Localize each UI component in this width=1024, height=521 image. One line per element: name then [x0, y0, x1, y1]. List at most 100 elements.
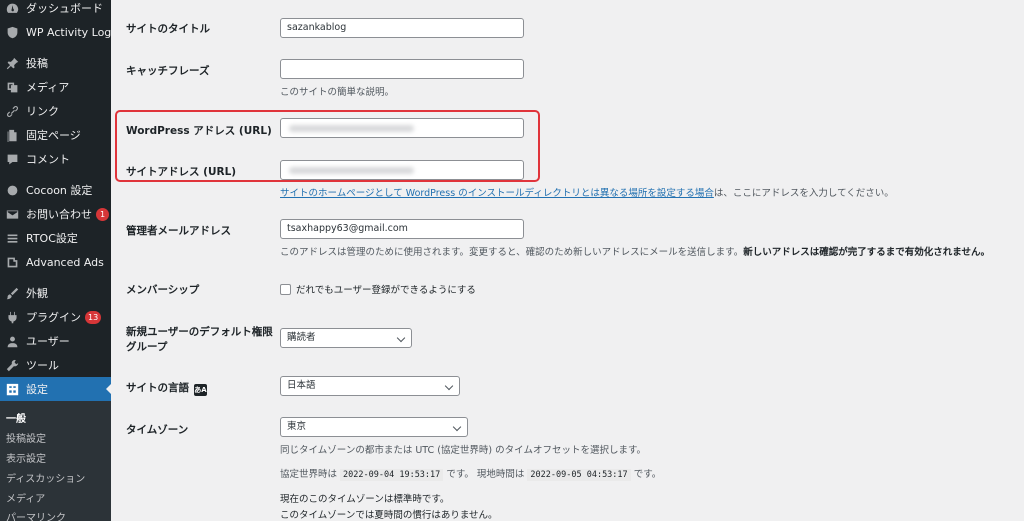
- menu-comments[interactable]: コメント: [0, 147, 111, 171]
- menu-cocoon[interactable]: Cocoon 設定: [0, 178, 111, 202]
- list-icon: [5, 231, 19, 245]
- submenu-reading[interactable]: 表示設定: [6, 450, 46, 465]
- chevron-down-icon: [444, 381, 454, 391]
- tagline-description: このサイトの簡単な説明。: [280, 87, 395, 98]
- chevron-down-icon: [452, 422, 462, 432]
- admin-sidebar: ダッシュボード WP Activity Log 投稿 メディア リンク 固定ペー…: [0, 0, 111, 521]
- menu-settings[interactable]: 設定: [0, 377, 111, 401]
- menu-label: お問い合わせ: [26, 208, 92, 221]
- timezone-value: 東京: [287, 421, 307, 432]
- site-language-select[interactable]: 日本語: [280, 376, 460, 396]
- user-icon: [5, 334, 19, 348]
- menu-tools[interactable]: ツール: [0, 353, 111, 377]
- menu-wp-activity-log[interactable]: WP Activity Log: [0, 20, 111, 44]
- menu-label: 固定ページ: [26, 129, 81, 142]
- menu-dashboard[interactable]: ダッシュボード: [0, 0, 111, 20]
- site-address-input[interactable]: [280, 160, 524, 180]
- different-directory-link[interactable]: サイトのホームページとして WordPress のインストールディレクトリとは異…: [280, 188, 714, 199]
- menu-label: ツール: [26, 359, 59, 372]
- menu-links[interactable]: リンク: [0, 99, 111, 123]
- ads-icon: [5, 255, 19, 269]
- default-role-select[interactable]: 購読者: [280, 328, 412, 348]
- menu-label: プラグイン: [26, 311, 81, 324]
- wrench-icon: [5, 358, 19, 372]
- site-language-value: 日本語: [287, 380, 316, 391]
- membership-option[interactable]: だれでもユーザー登録ができるようにする: [280, 282, 476, 296]
- local-suffix: です。: [633, 469, 662, 480]
- notification-badge: 1: [96, 207, 109, 221]
- admin-email-label: 管理者メールアドレス: [126, 225, 231, 237]
- menu-label: コメント: [26, 153, 70, 166]
- admin-email-description: このアドレスは管理のために使用されます。変更すると、確認のため新しいアドレスにメ…: [280, 244, 990, 258]
- membership-label: メンバーシップ: [126, 284, 200, 296]
- timezone-note-standard: 現在のこのタイムゾーンは標準時です。: [280, 494, 450, 505]
- menu-label: Cocoon 設定: [26, 184, 93, 197]
- cocoon-icon: [5, 183, 19, 197]
- menu-plugins[interactable]: プラグイン 13: [0, 305, 111, 329]
- menu-label: リンク: [26, 105, 59, 118]
- menu-advanced-ads[interactable]: Advanced Ads: [0, 250, 111, 274]
- plugin-icon: [5, 310, 19, 324]
- menu-appearance[interactable]: 外観: [0, 281, 111, 305]
- menu-label: WP Activity Log: [26, 25, 111, 39]
- menu-rtoc[interactable]: RTOC設定: [0, 226, 111, 250]
- page-icon: [5, 128, 19, 142]
- menu-label: 外観: [26, 287, 48, 300]
- utc-time: 2022-09-04 19:53:17: [340, 469, 444, 481]
- utc-suffix: です。 現地時間は: [446, 469, 525, 480]
- shield-icon: [5, 25, 19, 39]
- comment-icon: [5, 152, 19, 166]
- admin-email-desc-bold: 新しいアドレスは確認が完了するまで有効化されません。: [743, 247, 990, 258]
- membership-checkbox-label: だれでもユーザー登録ができるようにする: [296, 285, 476, 296]
- general-settings-form: サイトのタイトル sazankablog キャッチフレーズ このサイトの簡単な説…: [111, 0, 1024, 521]
- wordpress-address-input[interactable]: [280, 118, 524, 138]
- chevron-down-icon: [396, 333, 406, 343]
- translation-icon: あA: [194, 384, 207, 396]
- submenu-discussion[interactable]: ディスカッション: [6, 470, 85, 485]
- menu-label: Advanced Ads: [26, 255, 104, 269]
- menu-pages[interactable]: 固定ページ: [0, 123, 111, 147]
- dashboard-icon: [5, 1, 19, 15]
- site-address-desc-rest: は、ここにアドレスを入力してください。: [713, 188, 894, 199]
- default-role-label-line2: グループ: [126, 341, 168, 353]
- timezone-note-dst: このタイムゾーンでは夏時間の慣行はありません。: [280, 510, 498, 521]
- menu-contact[interactable]: お問い合わせ 1: [0, 202, 111, 226]
- blurred-url: [289, 125, 414, 132]
- default-role-value: 購読者: [287, 332, 316, 343]
- menu-label: RTOC設定: [26, 232, 78, 245]
- pin-icon: [5, 56, 19, 70]
- site-address-description: サイトのホームページとして WordPress のインストールディレクトリとは異…: [280, 185, 894, 199]
- settings-submenu: 一般 投稿設定 表示設定 ディスカッション メディア パーマリンク: [0, 401, 111, 521]
- timezone-label: タイムゾーン: [126, 424, 189, 436]
- site-title-label: サイトのタイトル: [126, 23, 210, 35]
- media-icon: [5, 80, 19, 94]
- menu-media[interactable]: メディア: [0, 75, 111, 99]
- admin-email-input[interactable]: tsaxhappy63@gmail.com: [280, 219, 524, 239]
- local-time: 2022-09-05 04:53:17: [527, 469, 631, 481]
- menu-label: 設定: [26, 383, 48, 396]
- site-title-input[interactable]: sazankablog: [280, 18, 524, 38]
- tagline-label: キャッチフレーズ: [126, 65, 210, 77]
- membership-checkbox[interactable]: [280, 284, 291, 295]
- submenu-permalinks[interactable]: パーマリンク: [6, 509, 66, 521]
- tagline-input[interactable]: [280, 59, 524, 79]
- site-language-label: サイトの言語 あA: [126, 380, 207, 396]
- menu-label: ユーザー: [26, 335, 70, 348]
- default-role-label: 新規ユーザーのデフォルト権限: [126, 326, 273, 338]
- mail-icon: [5, 207, 19, 221]
- menu-posts[interactable]: 投稿: [0, 51, 111, 75]
- timezone-select[interactable]: 東京: [280, 417, 468, 437]
- brush-icon: [5, 286, 19, 300]
- submenu-general[interactable]: 一般: [6, 410, 26, 425]
- menu-label: メディア: [26, 81, 70, 94]
- utc-prefix: 協定世界時は: [280, 469, 338, 480]
- timezone-times: 協定世界時は 2022-09-04 19:53:17 です。 現地時間は 202…: [280, 466, 662, 481]
- menu-label: ダッシュボード: [26, 2, 103, 15]
- menu-label: 投稿: [26, 57, 48, 70]
- menu-users[interactable]: ユーザー: [0, 329, 111, 353]
- submenu-writing[interactable]: 投稿設定: [6, 430, 46, 445]
- site-language-label-text: サイトの言語: [126, 382, 189, 394]
- submenu-media[interactable]: メディア: [6, 490, 45, 505]
- wordpress-address-label: WordPress アドレス (URL): [126, 125, 272, 137]
- site-address-label: サイトアドレス (URL): [126, 166, 237, 178]
